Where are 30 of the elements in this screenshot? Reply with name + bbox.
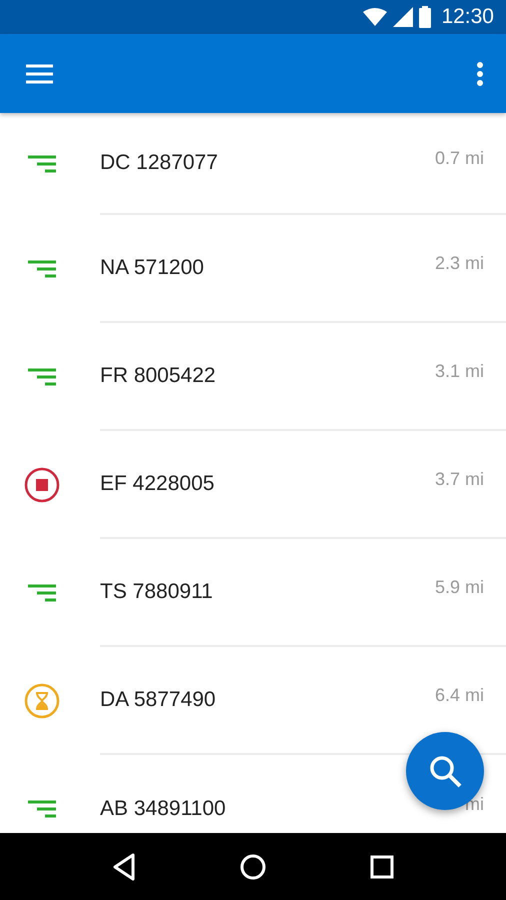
distance-text: 2.3 mi (434, 252, 484, 274)
stop-icon (24, 467, 60, 503)
item-code[interactable]: DC 1287077 (100, 151, 218, 175)
distance-text: 5.9 mi (434, 576, 484, 598)
lines-icon (28, 368, 56, 386)
wifi-icon (363, 8, 388, 26)
lines-icon (28, 155, 56, 173)
distance-text: 3.7 mi (434, 468, 484, 490)
more-options-button[interactable] (476, 62, 484, 86)
home-button[interactable] (238, 852, 267, 880)
item-code[interactable]: TS 7880911 (100, 580, 213, 604)
clock-time: 12:30 (441, 5, 494, 29)
signal-icon (393, 7, 414, 27)
distance-text: 0.7 mi (434, 148, 484, 168)
distance-text: 6.4 mi (434, 684, 484, 706)
search-button[interactable] (406, 732, 484, 810)
lines-icon (28, 260, 56, 278)
item-code[interactable]: FR 8005422 (100, 364, 216, 388)
item-code[interactable]: EF 4228005 (100, 472, 214, 496)
recents-button[interactable] (370, 854, 394, 878)
menu-button[interactable] (26, 64, 53, 84)
lines-icon (28, 584, 56, 602)
distance-text: 3.1 mi (434, 360, 484, 382)
back-button[interactable] (112, 852, 136, 880)
item-code[interactable]: NA 571200 (100, 256, 204, 280)
hourglass-icon (24, 683, 60, 719)
item-code[interactable]: AB 34891100 (100, 797, 226, 821)
item-code[interactable]: DA 5877490 (100, 688, 216, 712)
battery-icon (419, 6, 432, 28)
lines-icon (28, 800, 56, 818)
